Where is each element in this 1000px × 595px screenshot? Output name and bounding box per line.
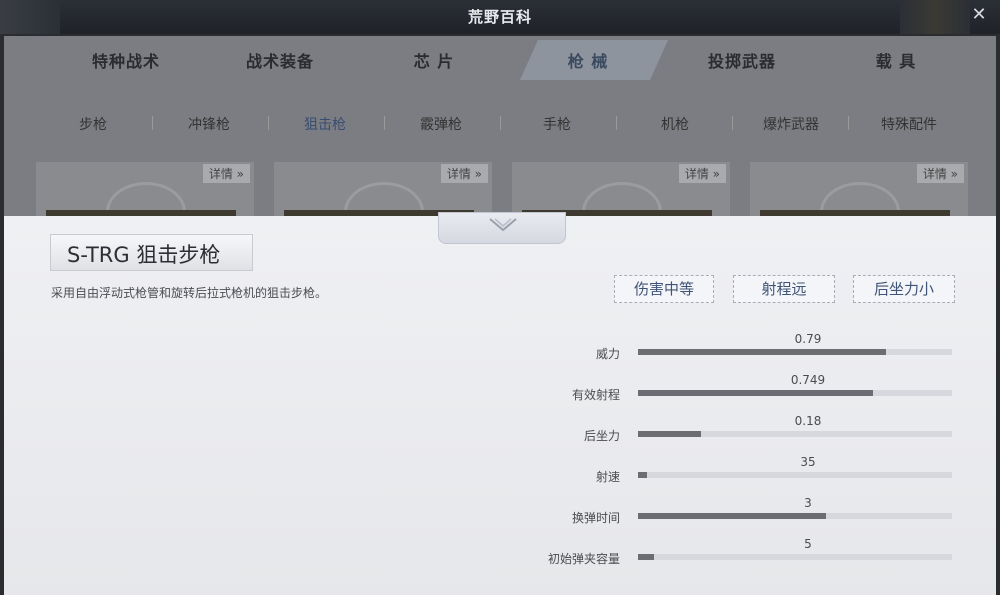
stat-bar-fill bbox=[638, 554, 654, 560]
subtab-divider bbox=[500, 116, 501, 130]
stat-bar-track bbox=[638, 554, 952, 560]
weapon-card[interactable]: 详情 » bbox=[750, 162, 968, 242]
stat-label: 威力 bbox=[595, 347, 620, 361]
weapon-card[interactable]: 详情 » bbox=[36, 162, 254, 242]
tab-throwables[interactable]: 投掷武器 bbox=[672, 48, 812, 72]
tag-recoil: 后坐力小 bbox=[853, 275, 955, 303]
stat-bar-fill bbox=[638, 431, 701, 437]
subtab-sniper[interactable]: 狙击枪 bbox=[270, 114, 380, 134]
subtab-rifle[interactable]: 步枪 bbox=[38, 114, 148, 134]
stat-bar-fill bbox=[638, 472, 648, 478]
stat-label: 初始弹夹容量 bbox=[547, 552, 620, 566]
stat-bar-track bbox=[638, 349, 952, 355]
subtab-divider bbox=[152, 116, 153, 130]
subtab-divider bbox=[616, 116, 617, 130]
stat-bar-track bbox=[638, 431, 952, 437]
chevron-down-icon bbox=[489, 218, 517, 232]
subtab-divider bbox=[268, 116, 269, 130]
stat-bar-track bbox=[638, 390, 952, 396]
subtab-divider bbox=[384, 116, 385, 130]
tab-firearms[interactable]: 枪 械 bbox=[518, 48, 658, 72]
category-tabs: 特种战术 战术装备 芯 片 枪 械 投掷武器 载 具 bbox=[4, 36, 996, 84]
stat-value: 5 bbox=[804, 537, 812, 551]
stat-bar-fill bbox=[638, 349, 887, 355]
stat-value: 3 bbox=[804, 496, 812, 510]
tag-range: 射程远 bbox=[733, 275, 835, 303]
encyclopedia-background-panel: 特种战术 战术装备 芯 片 枪 械 投掷武器 载 具 步枪 冲锋枪 狙击枪 霰弹… bbox=[4, 36, 996, 242]
weapon-detail-panel: S-TRG 狙击步枪 采用自由浮动式枪管和旋转后拉式枪机的狙击步枪。 伤害中等 … bbox=[4, 212, 996, 595]
tab-tactical-equipment[interactable]: 战术装备 bbox=[210, 48, 350, 72]
stat-bar-fill bbox=[638, 513, 827, 519]
details-button[interactable]: 详情 » bbox=[202, 164, 250, 183]
details-button[interactable]: 详情 » bbox=[678, 164, 726, 183]
stat-bar-track bbox=[638, 513, 952, 519]
collapse-button[interactable] bbox=[438, 212, 566, 244]
tag-damage: 伤害中等 bbox=[614, 275, 714, 303]
subtab-shotgun[interactable]: 霰弹枪 bbox=[386, 114, 496, 134]
stat-value: 0.18 bbox=[794, 414, 822, 428]
details-button[interactable]: 详情 » bbox=[916, 164, 964, 183]
subtab-pistol[interactable]: 手枪 bbox=[502, 114, 612, 134]
stat-value: 0.79 bbox=[794, 332, 822, 346]
close-icon[interactable]: ✕ bbox=[968, 4, 990, 26]
subtab-special-attachments[interactable]: 特殊配件 bbox=[854, 114, 964, 134]
stat-bar-track bbox=[638, 472, 952, 478]
subtab-explosives[interactable]: 爆炸武器 bbox=[736, 114, 846, 134]
stat-label: 射速 bbox=[595, 470, 620, 484]
stat-label: 后坐力 bbox=[583, 429, 620, 443]
weapon-name: S-TRG 狙击步枪 bbox=[50, 234, 253, 271]
weapon-subtabs: 步枪 冲锋枪 狙击枪 霰弹枪 手枪 机枪 爆炸武器 特殊配件 bbox=[4, 106, 996, 136]
window-title: 荒野百科 bbox=[467, 8, 532, 26]
subtab-smg[interactable]: 冲锋枪 bbox=[154, 114, 264, 134]
stat-value: 35 bbox=[800, 455, 816, 469]
subtab-divider bbox=[732, 116, 733, 130]
title-bar: 荒野百科 ✕ bbox=[0, 0, 1000, 34]
stat-label: 有效射程 bbox=[571, 388, 620, 402]
stat-value: 0.749 bbox=[790, 373, 826, 387]
stat-bar-fill bbox=[638, 390, 874, 396]
weapon-description: 采用自由浮动式枪管和旋转后拉式枪机的狙击步枪。 bbox=[51, 286, 328, 300]
stat-label: 换弹时间 bbox=[571, 511, 620, 525]
details-button[interactable]: 详情 » bbox=[440, 164, 488, 183]
subtab-divider bbox=[848, 116, 849, 130]
tab-special-tactics[interactable]: 特种战术 bbox=[56, 48, 196, 72]
tab-chips[interactable]: 芯 片 bbox=[364, 48, 504, 72]
tab-vehicles[interactable]: 载 具 bbox=[826, 48, 966, 72]
subtab-machine-gun[interactable]: 机枪 bbox=[620, 114, 730, 134]
